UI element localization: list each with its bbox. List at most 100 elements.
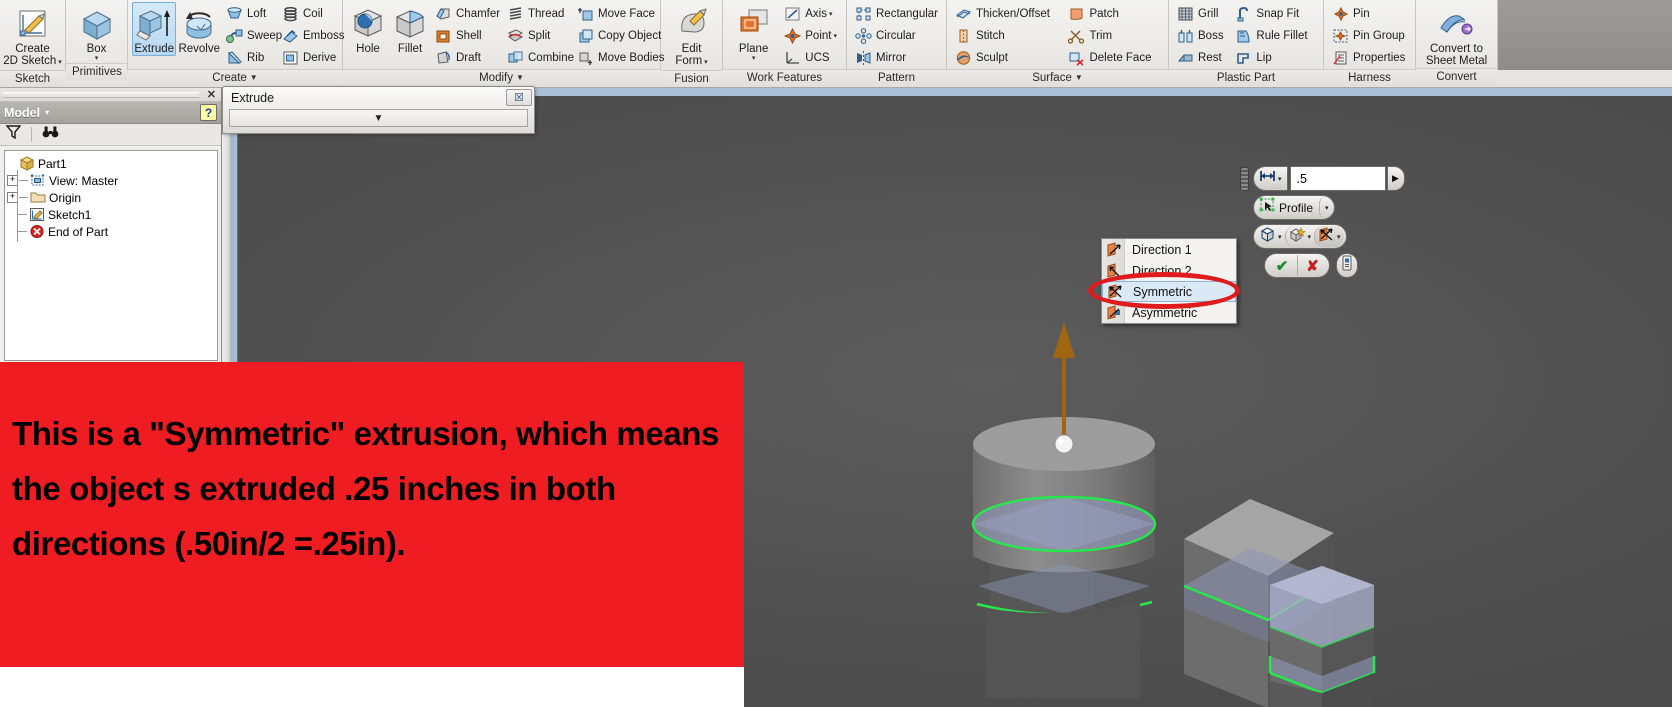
loft-button[interactable]: Loft: [222, 3, 278, 25]
menu-item-symmetric[interactable]: Symmetric: [1102, 281, 1236, 302]
axis-button[interactable]: Axis ▾: [780, 3, 842, 25]
model-browser-panel: ✕ Model ▾ ? Part1 + View: Master + Origi…: [0, 88, 222, 365]
edit-form-button[interactable]: Edit Form ▾: [661, 2, 723, 70]
rectangular-pattern-label: Rectangular: [876, 8, 939, 20]
properties-button[interactable]: Properties: [1328, 47, 1411, 69]
filter-icon[interactable]: [5, 125, 22, 144]
extrude-dialog[interactable]: Extrude ☒ ▼: [222, 86, 535, 134]
rest-button[interactable]: Rest: [1173, 47, 1231, 69]
axis-caret-icon[interactable]: ▾: [829, 10, 833, 18]
extrude-dialog-expand-bar[interactable]: ▼: [229, 109, 528, 127]
help-icon[interactable]: ?: [200, 104, 217, 121]
grill-button[interactable]: Grill: [1173, 3, 1231, 25]
distance-type-caret-icon[interactable]: ▾: [1278, 175, 1282, 183]
mini-toolbar-confirm-row[interactable]: ✔ ✘: [1264, 253, 1405, 278]
browser-close-icon[interactable]: ✕: [207, 88, 216, 102]
plane-button[interactable]: Plane ▾: [727, 2, 780, 63]
create-2d-sketch-button[interactable]: Create 2D Sketch ▾: [2, 2, 64, 70]
convert-to-sheet-metal-button[interactable]: Convert to Sheet Metal: [1420, 2, 1493, 68]
split-button[interactable]: Split: [503, 25, 573, 47]
tree-node-sketch1[interactable]: Sketch1: [7, 206, 217, 223]
more-options-button[interactable]: [1336, 253, 1358, 278]
mini-toolbar-output-row[interactable]: ▾ ▾ ▾: [1253, 224, 1405, 249]
tree-node-label: View: Master: [49, 173, 119, 188]
direction-button[interactable]: ▾: [1314, 226, 1344, 247]
move-face-button[interactable]: Move Face: [573, 3, 658, 25]
sweep-button[interactable]: Sweep: [222, 25, 282, 47]
solid-output-caret-icon[interactable]: ▾: [1278, 233, 1282, 241]
copy-object-label: Copy Object: [598, 30, 662, 42]
box-button[interactable]: Box ▾: [70, 2, 123, 63]
view-master-icon: [29, 173, 47, 189]
confirm-pill[interactable]: ✔ ✘: [1264, 253, 1330, 278]
sculpt-button[interactable]: Sculpt: [951, 47, 1064, 69]
thread-button[interactable]: Thread: [503, 3, 573, 25]
lip-button[interactable]: Lip: [1231, 47, 1319, 69]
tree-node-origin[interactable]: + Origin: [7, 189, 217, 206]
profile-pill[interactable]: Profile ▾: [1253, 195, 1335, 220]
derive-button[interactable]: Derive: [278, 47, 338, 69]
rule-fillet-button[interactable]: Rule Fillet: [1231, 25, 1319, 47]
browser-drag-grip[interactable]: ✕: [0, 88, 221, 102]
extrude-distance-spinner[interactable]: ▶: [1386, 166, 1405, 191]
draft-button[interactable]: Draft: [431, 47, 503, 69]
combine-button[interactable]: Combine: [503, 47, 574, 69]
menu-item-direction-1[interactable]: Direction 1: [1102, 239, 1236, 260]
browser-title-bar[interactable]: Model ▾ ?: [0, 102, 221, 124]
shell-button[interactable]: Shell: [431, 25, 503, 47]
solid-output-button[interactable]: ▾: [1256, 226, 1285, 247]
direction-caret-icon[interactable]: ▾: [1337, 233, 1341, 241]
tree-node-end-of-part[interactable]: End of Part: [7, 223, 217, 240]
model-tree[interactable]: Part1 + View: Master + Origin Sketch1 En…: [4, 150, 218, 361]
boss-button[interactable]: Boss: [1173, 25, 1231, 47]
move-bodies-button[interactable]: Move Bodies: [573, 47, 664, 69]
point-caret-icon[interactable]: ▾: [833, 32, 837, 40]
circular-pattern-button[interactable]: Circular: [851, 25, 943, 47]
chevron-down-icon[interactable]: ▾: [45, 108, 49, 117]
pin-group-button[interactable]: Pin Group: [1328, 25, 1411, 47]
patch-button[interactable]: Patch: [1064, 3, 1164, 25]
revolve-button[interactable]: Revolve: [176, 2, 222, 56]
direction-dropdown-menu[interactable]: Direction 1 Direction 2 Symmetric Asymme…: [1101, 238, 1237, 324]
point-button[interactable]: Point ▾: [780, 25, 842, 47]
close-icon[interactable]: ☒: [506, 89, 532, 106]
rectangular-pattern-button[interactable]: Rectangular: [851, 3, 943, 25]
copy-object-button[interactable]: Copy Object: [573, 25, 662, 47]
thicken-offset-button[interactable]: Thicken/Offset: [951, 3, 1064, 25]
emboss-button[interactable]: Emboss: [278, 25, 345, 47]
extrude-distance-input[interactable]: .5: [1289, 166, 1386, 191]
coil-button[interactable]: Coil: [278, 3, 338, 25]
profile-select-button[interactable]: Profile: [1256, 197, 1319, 218]
rib-button[interactable]: Rib: [222, 47, 278, 69]
trim-button[interactable]: Trim: [1064, 25, 1164, 47]
chamfer-button[interactable]: Chamfer: [431, 3, 503, 25]
tree-node-view-master[interactable]: + View: Master: [7, 172, 217, 189]
ok-button[interactable]: ✔: [1267, 255, 1297, 276]
cancel-button[interactable]: ✘: [1297, 255, 1327, 276]
binoculars-icon[interactable]: [42, 125, 59, 144]
pin-button[interactable]: Pin: [1328, 3, 1411, 25]
stitch-button[interactable]: Stitch: [951, 25, 1064, 47]
mini-toolbar-drag-grip[interactable]: [1240, 166, 1249, 191]
fillet-button[interactable]: Fillet: [389, 2, 431, 56]
extrude-mini-toolbar[interactable]: ▾ .5 ▶ Profile ▾ ▾ ▾ ▾ ✔ ✘: [1240, 166, 1405, 278]
hole-button[interactable]: Hole: [347, 2, 389, 56]
extrude-button[interactable]: Extrude: [132, 2, 177, 56]
output-type-pill[interactable]: ▾ ▾ ▾: [1253, 224, 1347, 249]
distance-type-button[interactable]: ▾: [1256, 168, 1285, 189]
distance-type-pill[interactable]: ▾: [1253, 166, 1288, 191]
boolean-op-button[interactable]: ▾: [1284, 226, 1315, 247]
snap-fit-button[interactable]: Snap Fit: [1231, 3, 1319, 25]
grill-icon: [1176, 5, 1195, 23]
mini-toolbar-profile-row[interactable]: Profile ▾: [1253, 195, 1405, 220]
mini-toolbar-distance-row[interactable]: ▾ .5 ▶: [1240, 166, 1405, 191]
ucs-button[interactable]: UCS: [780, 47, 842, 69]
delete-face-icon: [1067, 49, 1086, 67]
boolean-op-caret-icon[interactable]: ▾: [1308, 233, 1312, 241]
mirror-button[interactable]: Mirror: [851, 47, 943, 69]
menu-item-asymmetric[interactable]: Asymmetric: [1102, 302, 1236, 323]
delete-face-button[interactable]: Delete Face: [1064, 47, 1164, 69]
menu-item-direction-2[interactable]: Direction 2: [1102, 260, 1236, 281]
profile-dropdown-button[interactable]: ▾: [1319, 197, 1332, 218]
tree-node-part1[interactable]: Part1: [7, 155, 217, 172]
